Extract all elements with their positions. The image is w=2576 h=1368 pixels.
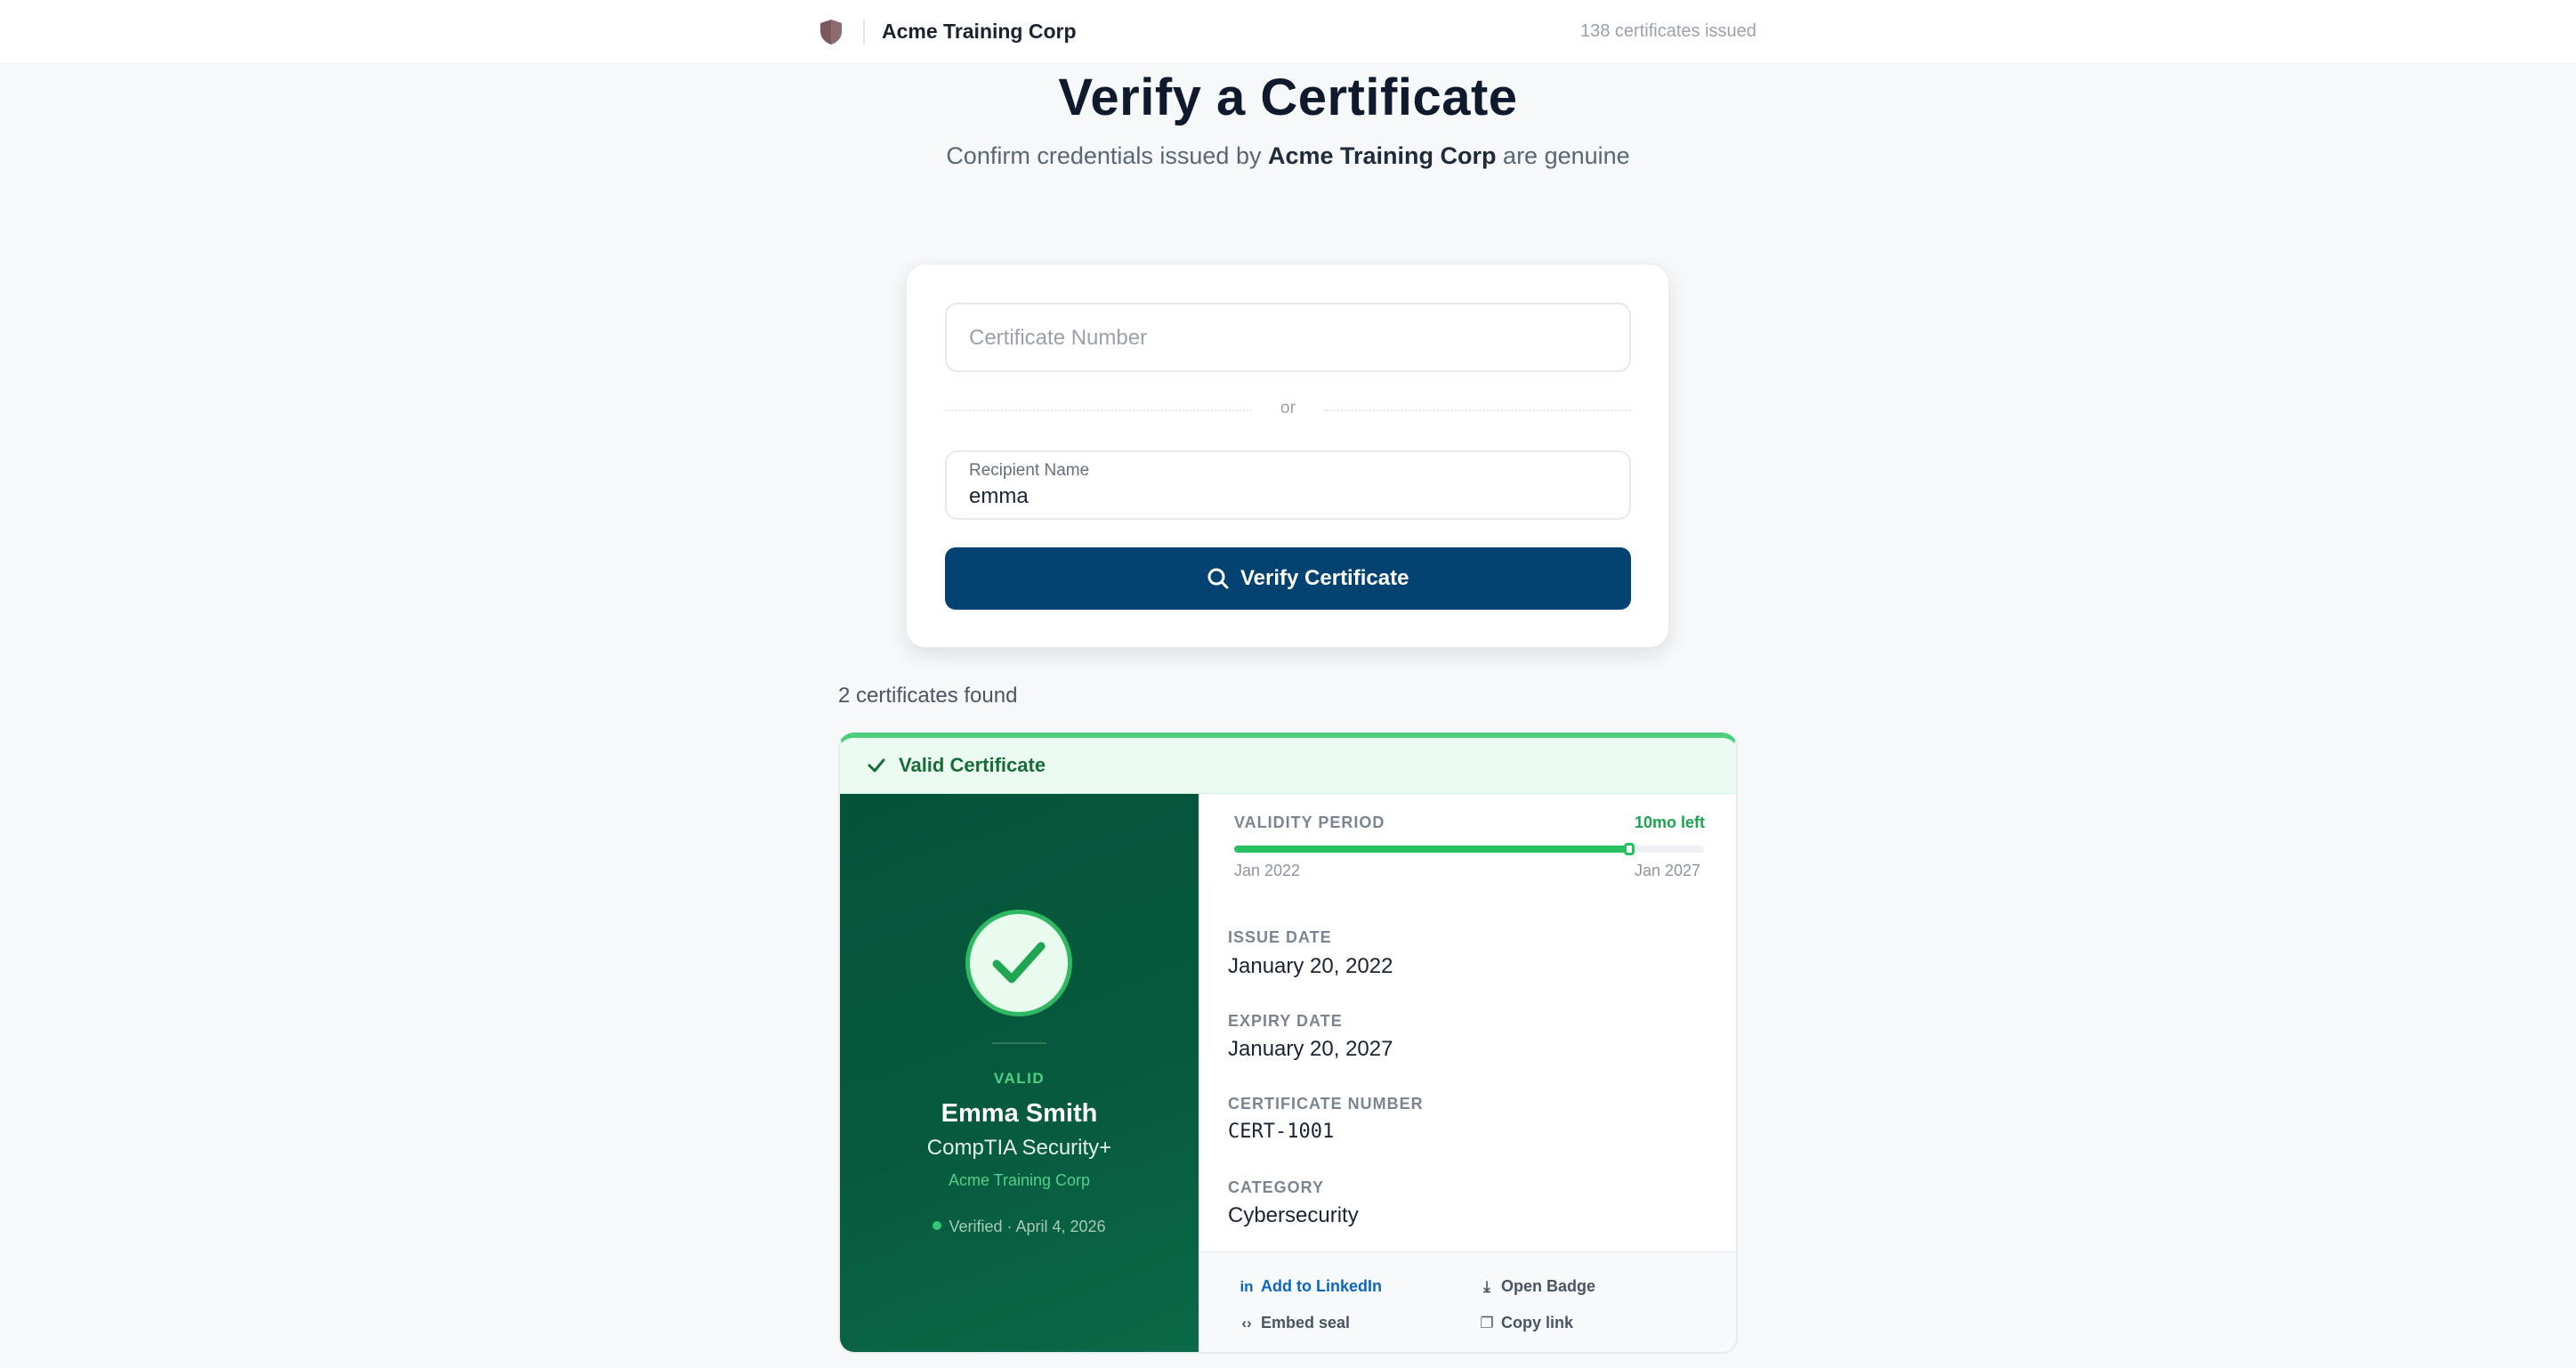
validity-progress-marker [1624, 843, 1635, 855]
certificate-number-label: CERTIFICATE NUMBER [1228, 1095, 1424, 1113]
embed-seal-button[interactable]: ‹› Embed seal [1238, 1314, 1350, 1332]
validity-start: Jan 2022 [1234, 862, 1301, 879]
category-value: Cybersecurity [1228, 1203, 1359, 1227]
validity-progress-track [1234, 843, 1704, 855]
or-text: or [1280, 399, 1296, 417]
page-title: Verify a Certificate [1058, 69, 1518, 126]
shield-icon [820, 20, 842, 45]
top-bar: Acme Training Corp 138 certificates issu… [0, 0, 2576, 64]
certificate-result-card: Valid Certificate VALID Emma Smith CompT… [838, 733, 1738, 1354]
certificate-number-placeholder: Certificate Number [969, 326, 1148, 350]
brand-name[interactable]: Acme Training Corp [882, 20, 1077, 44]
recipient-name-input[interactable]: Recipient Name emma [945, 450, 1631, 520]
check-icon [868, 758, 885, 773]
check-icon [992, 942, 1046, 984]
download-icon: ⤓ [1483, 1278, 1490, 1295]
certificate-summary-panel: VALID Emma Smith CompTIA Security+ Acme … [840, 794, 1199, 1352]
search-icon [1207, 568, 1229, 589]
verify-form-card: Certificate Number or Recipient Name emm… [906, 263, 1669, 648]
verified-text: Verified · April 4, 2026 [949, 1218, 1106, 1235]
valid-check-badge [965, 910, 1072, 1016]
expiry-date-value: January 20, 2027 [1228, 1037, 1393, 1061]
open-badge-label: Open Badge [1501, 1277, 1596, 1295]
expiry-date-label: EXPIRY DATE [1228, 1012, 1343, 1030]
certificate-number-input[interactable]: Certificate Number [945, 303, 1631, 372]
validity-progress-fill [1234, 846, 1629, 853]
certificate-number-value: CERT-1001 [1228, 1121, 1335, 1143]
status-label: VALID [993, 1070, 1046, 1087]
results-count: 2 certificates found [838, 684, 1018, 708]
course-name: CompTIA Security+ [926, 1136, 1112, 1160]
subtitle-org: Acme Training Corp [1267, 142, 1497, 169]
issued-count: 138 certificates issued [1580, 21, 1756, 41]
code-icon: ‹› [1241, 1315, 1252, 1332]
issue-date-label: ISSUE DATE [1228, 928, 1332, 946]
subtitle-prefix: Confirm credentials issued by [946, 142, 1262, 169]
add-to-linkedin-label: Add to LinkedIn [1261, 1277, 1382, 1295]
validity-end: Jan 2027 [1635, 862, 1701, 879]
embed-seal-label: Embed seal [1261, 1314, 1351, 1332]
verify-button-label: Verify Certificate [1240, 566, 1409, 590]
or-divider: or [945, 397, 1631, 424]
recipient-name-label: Recipient Name [969, 461, 1090, 480]
validity-remaining: 10mo left [1635, 814, 1706, 831]
category-label: CATEGORY [1228, 1178, 1325, 1196]
recipient-name-value[interactable]: emma [969, 484, 1029, 509]
copy-link-button[interactable]: ❐ Copy link [1478, 1314, 1573, 1332]
issuer-name: Acme Training Corp [948, 1171, 1091, 1189]
verified-timestamp: Verified · April 4, 2026 [840, 1218, 1199, 1236]
subtitle-suffix: are genuine [1503, 142, 1630, 169]
valid-banner-label: Valid Certificate [899, 754, 1046, 776]
issue-date-value: January 20, 2022 [1228, 954, 1393, 978]
header-divider [863, 20, 865, 45]
copy-icon: ❐ [1480, 1315, 1494, 1332]
page-subtitle: Confirm credentials issued by Acme Train… [0, 142, 2576, 170]
or-line-right [1324, 409, 1631, 411]
verified-dot-icon [933, 1221, 942, 1230]
summary-divider [992, 1042, 1046, 1044]
certificate-details-panel: VALIDITY PERIOD 10mo left Jan 2022 Jan 2… [1199, 794, 1736, 1352]
certificate-actions: in Add to LinkedIn ⤓ Open Badge ‹› Embed se… [1199, 1251, 1736, 1352]
verify-certificate-button[interactable]: Verify Certificate [945, 547, 1631, 610]
open-badge-button[interactable]: ⤓ Open Badge [1478, 1277, 1595, 1296]
linkedin-icon: in [1240, 1278, 1254, 1295]
validity-period-label: VALIDITY PERIOD [1234, 814, 1385, 831]
copy-link-label: Copy link [1501, 1314, 1574, 1332]
add-to-linkedin-button[interactable]: in Add to LinkedIn [1238, 1277, 1382, 1296]
valid-banner: Valid Certificate [840, 738, 1736, 794]
recipient-name: Emma Smith [941, 1099, 1098, 1128]
